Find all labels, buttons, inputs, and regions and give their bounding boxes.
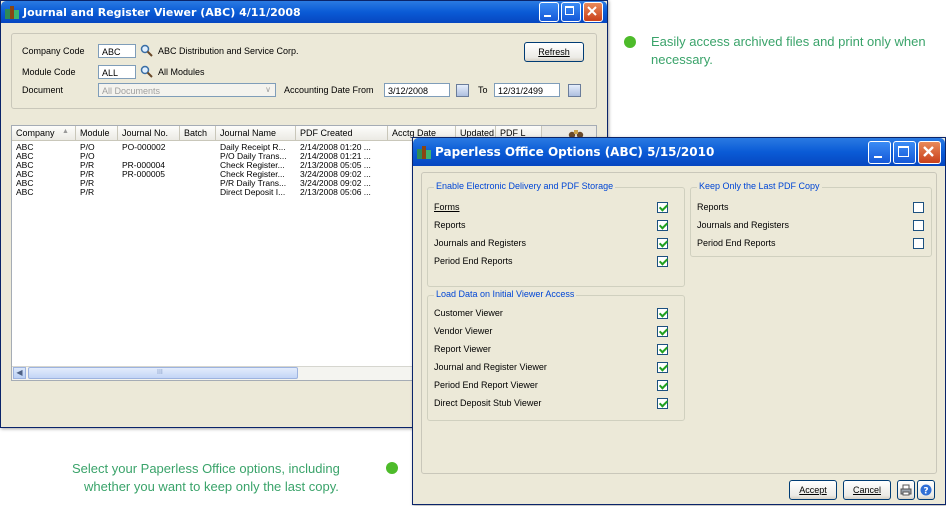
option-period-end-reports: Period End Reports	[434, 256, 513, 266]
chevron-down-icon: ∨	[265, 85, 271, 94]
cell-company: ABC	[16, 187, 34, 197]
print-button[interactable]	[897, 480, 915, 500]
bullet-dot-bottom	[386, 462, 398, 474]
cancel-button[interactable]: Cancel	[843, 480, 891, 500]
help-button[interactable]: ?	[917, 480, 935, 500]
checkbox-last-journals-registers[interactable]	[913, 220, 924, 231]
svg-text:?: ?	[923, 487, 928, 497]
jr-filter-panel: Company Code ABC ABC Distribution and Se…	[11, 33, 597, 109]
checkbox-period-end-report-viewer[interactable]	[657, 380, 668, 391]
option-customer-viewer: Customer Viewer	[434, 308, 503, 318]
col-journal-no[interactable]: Journal No.	[118, 126, 180, 140]
note-bottom-line1: Select your Paperless Office options, in…	[72, 461, 340, 476]
option-journals-registers: Journals and Registers	[434, 238, 527, 248]
po-inner-panel: Enable Electronic Delivery and PDF Stora…	[421, 172, 937, 474]
checkbox-forms[interactable]	[657, 202, 668, 213]
option-last-period-end-reports: Period End Reports	[697, 238, 776, 248]
electronic-delivery-group: Enable Electronic Delivery and PDF Stora…	[427, 181, 685, 287]
document-select[interactable]: All Documents	[98, 83, 276, 97]
maximize-button[interactable]	[893, 140, 916, 164]
date-from-field[interactable]: 3/12/2008	[384, 83, 450, 97]
maximize-button[interactable]	[561, 2, 581, 22]
option-forms: Forms	[434, 202, 460, 212]
close-button[interactable]	[918, 140, 941, 164]
col-pdf-created[interactable]: PDF Created	[296, 126, 388, 140]
module-lookup-icon[interactable]	[140, 65, 153, 78]
scroll-grip: III	[157, 369, 163, 376]
col-module[interactable]: Module	[76, 126, 118, 140]
checkbox-journal-register-viewer[interactable]	[657, 362, 668, 373]
checkbox-vendor-viewer[interactable]	[657, 326, 668, 337]
keep-last-copy-group: Keep Only the Last PDF Copy Reports Jour…	[690, 181, 932, 257]
group-title-electronic-delivery: Enable Electronic Delivery and PDF Stora…	[434, 181, 616, 191]
bullet-dot-top	[624, 36, 636, 48]
checkbox-reports[interactable]	[657, 220, 668, 231]
note-top: Easily access archived files and print o…	[651, 34, 926, 67]
checkbox-last-reports[interactable]	[913, 202, 924, 213]
option-last-reports: Reports	[697, 202, 729, 212]
help-icon: ?	[920, 484, 932, 496]
cell-journal-name: Direct Deposit I...	[220, 187, 286, 197]
load-data-group: Load Data on Initial Viewer Access Custo…	[427, 289, 685, 421]
company-name: ABC Distribution and Service Corp.	[158, 46, 299, 56]
cell-module: P/R	[80, 187, 95, 197]
paperless-office-options-window: Paperless Office Options (ABC) 5/15/2010…	[412, 137, 946, 505]
calendar-icon-to[interactable]	[568, 84, 581, 97]
company-code-label: Company Code	[22, 46, 85, 56]
close-button[interactable]	[583, 2, 603, 22]
table-row[interactable]: ABC P/R Direct Deposit I... 2/13/2008 05…	[12, 187, 371, 197]
jr-titlebar[interactable]: Journal and Register Viewer (ABC) 4/11/2…	[1, 1, 607, 23]
minimize-button[interactable]	[868, 140, 891, 164]
app-icon	[5, 5, 19, 19]
group-title-load-data: Load Data on Initial Viewer Access	[434, 289, 577, 299]
date-from-label: Accounting Date From	[284, 85, 374, 95]
checkbox-report-viewer[interactable]	[657, 344, 668, 355]
po-titlebar[interactable]: Paperless Office Options (ABC) 5/15/2010	[413, 138, 945, 166]
module-code-label: Module Code	[22, 67, 76, 77]
po-title: Paperless Office Options (ABC) 5/15/2010	[435, 145, 715, 159]
option-journal-register-viewer: Journal and Register Viewer	[434, 362, 547, 372]
option-report-viewer: Report Viewer	[434, 344, 491, 354]
accept-button[interactable]: Accept	[789, 480, 837, 500]
jr-title: Journal and Register Viewer (ABC) 4/11/2…	[23, 5, 301, 19]
refresh-button[interactable]: Refresh	[524, 42, 584, 62]
group-title-keep-last-copy: Keep Only the Last PDF Copy	[697, 181, 822, 191]
option-reports: Reports	[434, 220, 466, 230]
module-code-field[interactable]: ALL	[98, 65, 136, 79]
document-label: Document	[22, 85, 64, 95]
checkbox-customer-viewer[interactable]	[657, 308, 668, 319]
cell-pdf-created: 2/13/2008 05:06 ...	[300, 187, 371, 197]
sort-arrow-icon: ▲	[62, 128, 69, 135]
option-last-journals-registers: Journals and Registers	[697, 220, 790, 230]
checkbox-journals-registers[interactable]	[657, 238, 668, 249]
option-direct-deposit-stub-viewer: Direct Deposit Stub Viewer	[434, 398, 542, 408]
minimize-button[interactable]	[539, 2, 559, 22]
scroll-thumb[interactable]: III	[28, 367, 298, 379]
checkbox-direct-deposit-stub-viewer[interactable]	[657, 398, 668, 409]
company-code-field[interactable]: ABC	[98, 44, 136, 58]
scroll-left-button[interactable]: ◀	[13, 367, 26, 379]
col-journal-name[interactable]: Journal Name	[216, 126, 296, 140]
printer-icon	[900, 484, 912, 496]
date-to-label: To	[478, 85, 488, 95]
note-bottom-line2: whether you want to keep only the last c…	[84, 479, 339, 494]
calendar-icon[interactable]	[456, 84, 469, 97]
company-lookup-icon[interactable]	[140, 44, 153, 57]
option-vendor-viewer: Vendor Viewer	[434, 326, 493, 336]
col-batch[interactable]: Batch	[180, 126, 216, 140]
module-name: All Modules	[158, 67, 205, 77]
date-to-field[interactable]: 12/31/2499	[494, 83, 560, 97]
option-period-end-report-viewer: Period End Report Viewer	[434, 380, 538, 390]
horizontal-scrollbar[interactable]: ◀ III	[12, 366, 412, 380]
checkbox-period-end-reports[interactable]	[657, 256, 668, 267]
app-icon	[417, 145, 431, 159]
checkbox-last-period-end-reports[interactable]	[913, 238, 924, 249]
